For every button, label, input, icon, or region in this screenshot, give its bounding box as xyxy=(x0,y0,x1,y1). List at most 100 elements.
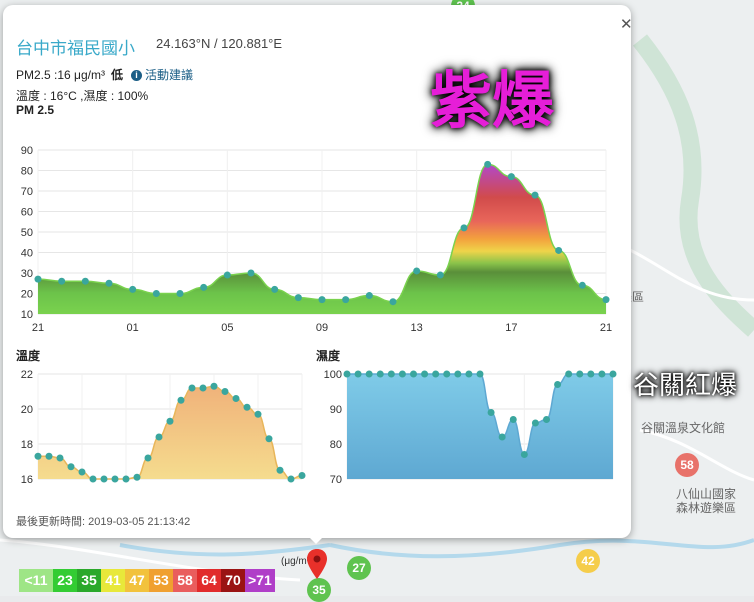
close-icon[interactable]: ✕ xyxy=(620,15,633,33)
pm-x-tick: 05 xyxy=(221,322,233,334)
temp-point xyxy=(243,403,251,411)
temp-point xyxy=(56,454,64,462)
hum-area xyxy=(347,374,613,479)
legend-item-9: >71 xyxy=(245,569,275,592)
temp-point xyxy=(45,452,53,460)
map-marker-42[interactable]: 42 xyxy=(576,549,600,573)
pm-y-tick: 40 xyxy=(21,248,33,260)
pm-point xyxy=(247,269,255,277)
temp-point xyxy=(287,475,295,483)
pm-x-tick: 09 xyxy=(316,322,328,334)
pm-point xyxy=(129,285,137,293)
marker-value: 42 xyxy=(581,554,595,568)
pm-point xyxy=(436,271,444,279)
temp-point xyxy=(133,473,141,481)
temp-point xyxy=(78,468,86,476)
pm-point xyxy=(223,271,231,279)
hum-point xyxy=(343,370,351,378)
legend-item-6: 58 xyxy=(173,569,197,592)
pm-y-tick: 30 xyxy=(21,268,33,280)
hum-point xyxy=(410,370,417,378)
hum-point xyxy=(454,370,462,378)
pm-point xyxy=(176,290,184,297)
hum-point xyxy=(609,370,617,378)
temp-point xyxy=(177,396,185,404)
marker-value: 27 xyxy=(352,561,366,575)
pm-point xyxy=(271,285,279,293)
temp-point xyxy=(144,454,152,462)
pm-point xyxy=(531,191,539,199)
location-pin-icon[interactable] xyxy=(306,548,328,580)
temp-point xyxy=(298,472,306,479)
legend-item-5: 53 xyxy=(149,569,173,592)
hum-point xyxy=(354,370,362,378)
pm-color-legend: <11 23 35 41 47 53 58 64 70 >71 xyxy=(19,569,275,592)
temp-point xyxy=(166,417,174,425)
hum-point xyxy=(576,370,584,378)
hum-point xyxy=(487,409,495,416)
hum-point xyxy=(465,370,473,378)
legend-item-1: 23 xyxy=(53,569,77,592)
pm-point xyxy=(602,296,610,304)
hum-point xyxy=(554,381,562,388)
temp-point xyxy=(232,395,240,402)
pm-point xyxy=(105,279,113,287)
hum-point xyxy=(598,370,606,378)
hum-point xyxy=(531,419,539,427)
pm-y-tick: 80 xyxy=(21,166,33,178)
temp-point xyxy=(89,475,97,483)
hum-point xyxy=(443,370,451,378)
hum-point xyxy=(421,370,429,378)
marker-value: 35 xyxy=(312,583,326,597)
pm-point xyxy=(34,275,42,283)
pm-y-tick: 10 xyxy=(21,309,33,321)
pm25-chart: 10 20 30 40 50 60 70 80 90 21 01 05 09 13 17 21 xyxy=(21,145,612,334)
pm-point xyxy=(81,277,89,285)
pm-point xyxy=(413,267,421,275)
pm-point xyxy=(152,290,160,297)
pm-level: 低 xyxy=(110,68,123,82)
map-marker-58[interactable]: 58 xyxy=(675,453,699,477)
hum-point xyxy=(387,370,395,378)
temp-y-tick: 16 xyxy=(21,474,33,486)
pm-point xyxy=(365,292,373,300)
temp-point xyxy=(122,475,130,483)
pm-point xyxy=(342,296,350,304)
info-icon[interactable]: i xyxy=(130,70,142,81)
map-place-label-2: 八仙山國家 xyxy=(676,487,737,501)
map-place-label-3: 森林遊樂區 xyxy=(676,501,737,515)
hum-y-tick: 100 xyxy=(324,369,342,381)
pm-point xyxy=(578,281,586,289)
pm-reading-row: PM2.5 :16 μg/m³ 低 i 活動建議 xyxy=(16,66,193,83)
popup-pointer xyxy=(307,535,325,544)
pm-x-tick: 21 xyxy=(600,322,612,334)
temp-point xyxy=(155,433,163,441)
legend-item-0: <11 xyxy=(19,569,53,592)
red-alert-text: 谷關紅爆 xyxy=(633,371,738,401)
station-coordinates: 24.163°N / 120.881°E xyxy=(156,36,283,51)
map-place-label-1: 谷關溫泉文化館 xyxy=(641,421,726,435)
temp-y-tick: 22 xyxy=(21,369,33,381)
temp-point xyxy=(188,384,196,392)
legend-item-4: 47 xyxy=(125,569,149,592)
pm-chart-title: PM 2.5 xyxy=(16,103,55,117)
legend-item-7: 64 xyxy=(197,569,221,592)
legend-item-2: 35 xyxy=(77,569,101,592)
hum-point xyxy=(476,370,484,378)
pm-x-tick: 21 xyxy=(32,322,44,334)
temp-point xyxy=(111,475,119,483)
legend-item-3: 41 xyxy=(101,569,125,592)
purple-alert-text: 紫爆 xyxy=(430,64,555,137)
map-marker-35[interactable]: 35 xyxy=(307,578,331,602)
pm-point xyxy=(294,294,302,302)
pm-point xyxy=(555,246,563,254)
pm-point xyxy=(484,160,492,168)
activity-advice-link[interactable]: 活動建議 xyxy=(145,68,193,82)
temp-point xyxy=(100,475,108,483)
pm-x-tick: 01 xyxy=(127,322,139,334)
marker-value: 58 xyxy=(680,458,694,472)
temp-point xyxy=(265,435,273,443)
hum-y-tick: 70 xyxy=(330,474,342,486)
pm-reading: PM2.5 :16 μg/m³ xyxy=(16,68,105,82)
map-marker-27[interactable]: 27 xyxy=(347,556,371,580)
